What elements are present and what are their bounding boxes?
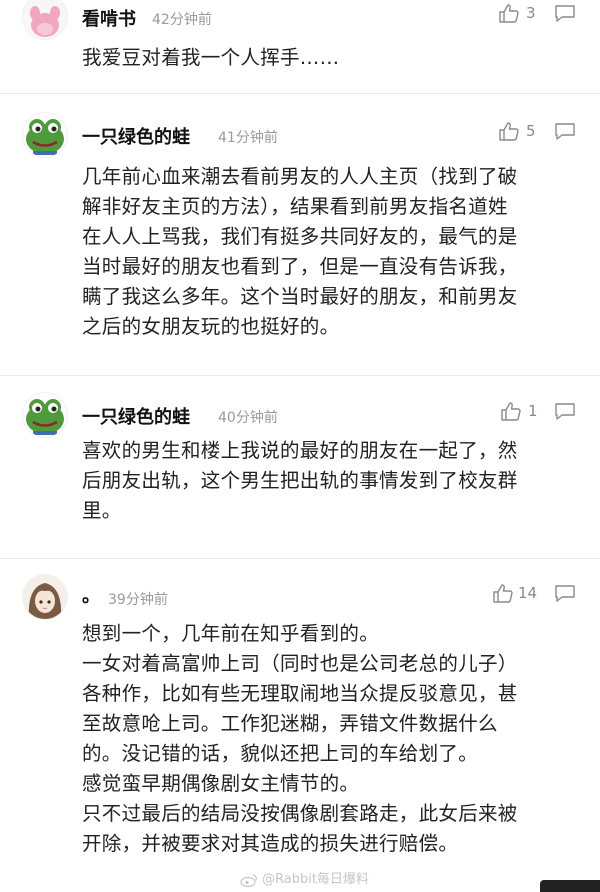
watermark: @Rabbit每日爆料 (240, 868, 369, 887)
comment-text: 喜欢的男生和楼上我说的最好的朋友在一起了，然 后朋友出轨，这个男生把出轨的事情发… (82, 439, 518, 522)
like-count: 14 (518, 584, 538, 602)
weibo-logo-icon (240, 873, 257, 887)
thumbs-up-icon[interactable] (492, 582, 514, 604)
timestamp: 40分钟前 (218, 410, 278, 426)
like-count: 3 (526, 4, 536, 22)
avatar[interactable] (22, 0, 68, 40)
comment-text: 几年前心血来潮去看前男友的人人主页（找到了破 解非好友主页的方法），结果看到前男… (82, 165, 518, 338)
thumbs-up-icon[interactable] (500, 400, 522, 422)
bottom-bar (540, 880, 600, 892)
avatar[interactable] (22, 574, 68, 620)
reply-bubble-icon[interactable] (554, 121, 576, 141)
comment-text: 想到一个，几年前在知乎看到的。 一女对着高富帅上司（同时也是公司老总的儿子） 各… (82, 622, 518, 855)
timestamp: 39分钟前 (108, 592, 168, 608)
like-count: 1 (528, 402, 538, 420)
like-count: 5 (526, 122, 536, 140)
comment-text: 我爱豆对着我一个人挥手…… (82, 46, 340, 69)
green-frog-avatar-icon (23, 393, 67, 437)
reply-bubble-icon[interactable] (554, 401, 576, 421)
divider (0, 558, 600, 559)
avatar[interactable] (22, 392, 68, 438)
green-frog-avatar-icon (23, 113, 67, 157)
timestamp: 42分钟前 (152, 12, 212, 28)
reply-bubble-icon[interactable] (554, 583, 576, 603)
pink-panther-avatar-icon (23, 0, 67, 39)
divider (0, 93, 600, 94)
username[interactable]: 。 (82, 582, 100, 608)
reply-bubble-icon[interactable] (554, 3, 576, 23)
thumbs-up-icon[interactable] (498, 120, 520, 142)
username[interactable]: 一只绿色的蛙 (82, 403, 190, 429)
watermark-text: @Rabbit每日爆料 (262, 872, 369, 887)
thumbs-up-icon[interactable] (498, 2, 520, 24)
anime-girl-avatar-icon (23, 575, 67, 619)
username[interactable]: 一只绿色的蛙 (82, 123, 190, 149)
avatar[interactable] (22, 112, 68, 158)
divider (0, 375, 600, 376)
timestamp: 41分钟前 (218, 130, 278, 146)
username[interactable]: 看啃书 (82, 5, 136, 31)
